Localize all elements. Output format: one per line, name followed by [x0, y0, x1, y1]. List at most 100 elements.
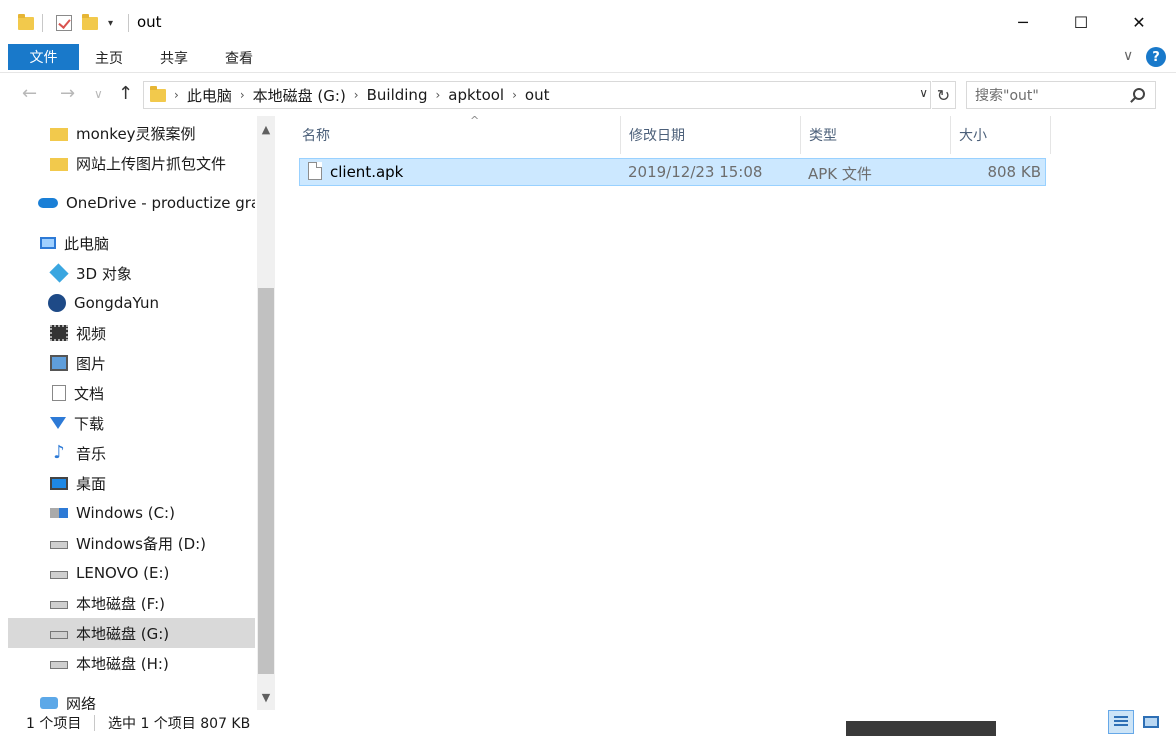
- divider: [42, 14, 43, 32]
- window-title: out: [137, 13, 162, 31]
- search-input[interactable]: 搜索"out": [966, 81, 1156, 109]
- nav-item-drive-f[interactable]: 本地磁盘 (F:): [8, 588, 255, 618]
- column-header-type[interactable]: 类型: [801, 116, 951, 154]
- address-dropdown-icon[interactable]: ∨: [919, 86, 928, 100]
- nav-item-label: 文档: [74, 384, 105, 403]
- large-icons-view-button[interactable]: [1138, 710, 1164, 734]
- nav-item-upload-captures[interactable]: 网站上传图片抓包文件: [8, 148, 255, 178]
- column-header-size[interactable]: 大小: [951, 116, 1051, 154]
- gongdayun-icon: [48, 294, 66, 312]
- nav-item-label: 下载: [74, 414, 105, 433]
- nav-item-drive-d[interactable]: Windows备用 (D:): [8, 528, 255, 558]
- nav-item-onedrive[interactable]: OneDrive - productize grar: [8, 188, 255, 218]
- drive-icon: [50, 601, 68, 609]
- back-button[interactable]: ←: [22, 83, 37, 104]
- drive-icon: [50, 571, 68, 579]
- 3d-objects-icon: [49, 263, 69, 283]
- file-modified: 2019/12/23 15:08: [628, 163, 763, 181]
- maximize-button[interactable]: ☐: [1052, 0, 1110, 44]
- column-header-label: 修改日期: [629, 128, 685, 144]
- drive-icon: [50, 541, 68, 549]
- new-folder-icon[interactable]: [82, 12, 98, 34]
- address-bar[interactable]: › 此电脑 › 本地磁盘 (G:) › Building › apktool ›…: [143, 81, 931, 109]
- column-header-label: 类型: [809, 128, 837, 144]
- nav-item-downloads[interactable]: 下载: [8, 408, 255, 438]
- nav-item-desktop[interactable]: 桌面: [8, 468, 255, 498]
- nav-item-label: 此电脑: [64, 234, 110, 253]
- nav-item-drive-g[interactable]: 本地磁盘 (G:): [8, 618, 255, 648]
- drive-icon: [50, 661, 68, 669]
- file-row[interactable]: client.apk 2019/12/23 15:08 APK 文件 808 K…: [299, 158, 1046, 186]
- close-button[interactable]: ✕: [1110, 0, 1168, 44]
- nav-item-label: 桌面: [76, 474, 107, 493]
- scroll-thumb[interactable]: [258, 288, 274, 674]
- column-header-label: 名称: [302, 128, 330, 144]
- nav-item-label: 3D 对象: [76, 264, 132, 283]
- search-icon[interactable]: [1133, 88, 1145, 100]
- navigation-bar: ← → ∨ ↑ › 此电脑 › 本地磁盘 (G:) › Building › a…: [0, 72, 1176, 116]
- desktop-icon: [50, 476, 68, 490]
- nav-item-monkey[interactable]: monkey灵猴案例: [8, 118, 255, 148]
- large-icons-view-icon: [1143, 716, 1159, 728]
- details-view-icon: [1114, 716, 1128, 728]
- tab-home[interactable]: 主页: [95, 48, 123, 68]
- breadcrumb-building[interactable]: Building: [363, 86, 432, 104]
- drive-icon: [50, 631, 68, 639]
- breadcrumb-apktool[interactable]: apktool: [444, 86, 508, 104]
- nav-item-label: 本地磁盘 (H:): [76, 654, 169, 673]
- minimize-button[interactable]: ─: [994, 0, 1052, 44]
- breadcrumb-drive-g[interactable]: 本地磁盘 (G:): [249, 85, 350, 106]
- nav-item-label: 音乐: [76, 444, 107, 463]
- breadcrumb-this-pc[interactable]: 此电脑: [183, 85, 236, 106]
- breadcrumb-separator[interactable]: ›: [508, 88, 521, 102]
- refresh-button[interactable]: ↻: [932, 81, 956, 109]
- file-size: 808 KB: [987, 163, 1041, 181]
- nav-item-label: OneDrive - productize grar: [66, 194, 255, 212]
- network-icon: [40, 697, 58, 709]
- folder-icon: [50, 127, 68, 141]
- breadcrumb-out[interactable]: out: [521, 86, 554, 104]
- scroll-up-icon[interactable]: ▲: [257, 120, 275, 138]
- selection-info: 选中 1 个项目 807 KB: [108, 716, 251, 732]
- tab-file[interactable]: 文件: [8, 44, 79, 70]
- column-header-name[interactable]: 名称 ^: [294, 114, 621, 154]
- file-name: client.apk: [330, 163, 404, 181]
- details-view-button[interactable]: [1108, 710, 1134, 734]
- nav-item-drive-h[interactable]: 本地磁盘 (H:): [8, 648, 255, 678]
- onedrive-cloud-icon: [38, 198, 58, 208]
- help-icon[interactable]: ?: [1146, 47, 1166, 67]
- folder-icon: [50, 157, 68, 171]
- videos-icon: [50, 325, 68, 341]
- breadcrumb-separator: ›: [174, 88, 179, 102]
- breadcrumb-separator[interactable]: ›: [350, 88, 363, 102]
- file-icon: [308, 162, 322, 180]
- nav-item-music[interactable]: ♪ 音乐: [8, 438, 255, 468]
- nav-item-label: 网站上传图片抓包文件: [76, 154, 227, 173]
- scroll-down-icon[interactable]: ▼: [257, 688, 275, 706]
- nav-item-drive-e[interactable]: LENOVO (E:): [8, 558, 255, 588]
- nav-item-documents[interactable]: 文档: [8, 378, 255, 408]
- divider: [128, 14, 129, 32]
- breadcrumb-separator[interactable]: ›: [236, 88, 249, 102]
- expand-ribbon-icon[interactable]: ∨: [1123, 48, 1133, 64]
- up-button[interactable]: ↑: [118, 83, 133, 104]
- tab-share[interactable]: 共享: [160, 48, 188, 68]
- nav-item-drive-c[interactable]: Windows (C:): [8, 498, 255, 528]
- properties-icon[interactable]: [56, 12, 72, 34]
- recent-locations-button[interactable]: ∨: [94, 87, 103, 101]
- nav-item-label: 本地磁盘 (G:): [76, 624, 170, 643]
- breadcrumb-separator[interactable]: ›: [431, 88, 444, 102]
- nav-item-gongdayun[interactable]: GongdaYun: [8, 288, 255, 318]
- nav-item-pictures[interactable]: 图片: [8, 348, 255, 378]
- search-placeholder: 搜索"out": [975, 88, 1039, 104]
- tab-view[interactable]: 查看: [225, 48, 253, 68]
- file-type: APK 文件: [808, 165, 872, 183]
- nav-scrollbar[interactable]: ▲ ▼: [257, 116, 275, 710]
- nav-item-3d-objects[interactable]: 3D 对象: [8, 258, 255, 288]
- nav-item-label: Windows备用 (D:): [76, 534, 207, 553]
- nav-item-this-pc[interactable]: 此电脑: [8, 228, 255, 258]
- forward-button[interactable]: →: [60, 83, 75, 104]
- nav-item-videos[interactable]: 视频: [8, 318, 255, 348]
- customize-quick-access-icon[interactable]: ▾: [108, 12, 113, 34]
- column-header-modified[interactable]: 修改日期: [621, 116, 801, 154]
